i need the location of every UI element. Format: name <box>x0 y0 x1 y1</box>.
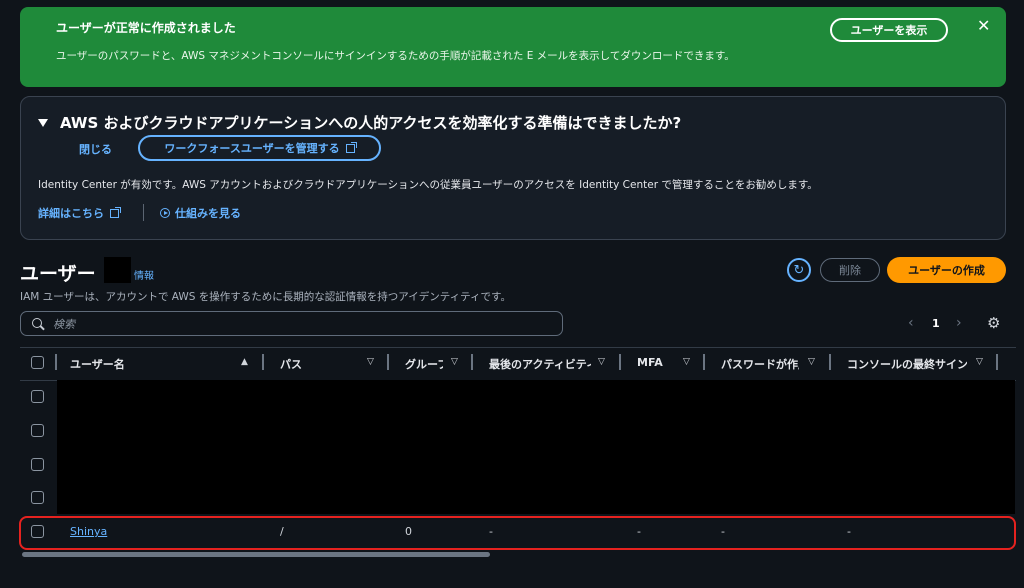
users-title: ユーザー <box>20 263 96 285</box>
create-user-button[interactable]: ユーザーの作成 <box>887 257 1006 283</box>
prev-page-icon[interactable]: ‹ <box>908 315 914 331</box>
refresh-icon[interactable]: ↻ <box>787 258 811 282</box>
gear-icon[interactable]: ⚙ <box>987 314 1000 332</box>
cell-console-last-signin: - <box>847 525 851 538</box>
manage-workforce-button[interactable]: ワークフォースユーザーを管理する <box>138 135 381 161</box>
search-icon <box>32 318 42 328</box>
cell-path: / <box>280 525 284 538</box>
column-divider[interactable] <box>387 354 389 370</box>
select-all-checkbox[interactable] <box>31 356 44 369</box>
horizontal-scrollbar[interactable] <box>22 552 490 557</box>
users-description: IAM ユーザーは、アカウントで AWS を操作するために長期的な認証情報を持つ… <box>20 291 511 303</box>
column-header-path[interactable]: パス <box>280 356 360 372</box>
how-it-works-label: 仕組みを見る <box>175 207 241 220</box>
divider <box>143 204 144 221</box>
cell-mfa: - <box>637 525 641 538</box>
sort-icon[interactable]: ▽ <box>976 357 983 367</box>
external-link-icon <box>110 206 121 218</box>
highlighted-table-row <box>19 516 1016 550</box>
learn-more-link[interactable]: 詳細はこちら <box>38 205 121 221</box>
username-link[interactable]: Shinya <box>70 525 107 538</box>
play-icon <box>160 208 170 218</box>
info-link[interactable]: 情報 <box>134 267 154 282</box>
panel-heading: AWS およびクラウドアプリケーションへの人的アクセスを効率化する準備はできまし… <box>60 114 682 132</box>
column-header-mfa[interactable]: MFA <box>637 356 677 369</box>
cell-last-activity: - <box>489 525 493 538</box>
table-top-border <box>20 347 1016 348</box>
sort-icon[interactable]: ▽ <box>367 357 374 367</box>
column-divider[interactable] <box>471 354 473 370</box>
sort-ascending-icon[interactable]: ▲ <box>241 357 248 367</box>
column-divider[interactable] <box>829 354 831 370</box>
banner-description: ユーザーのパスワードと、AWS マネジメントコンソールにサインインするための手順… <box>56 50 735 62</box>
sort-icon[interactable]: ▽ <box>598 357 605 367</box>
column-header-console-last-signin[interactable]: コンソールの最終サインイン <box>847 356 967 372</box>
external-link-icon <box>345 141 357 153</box>
row-checkbox[interactable] <box>31 458 44 471</box>
cell-password-age: - <box>721 525 725 538</box>
how-it-works-link[interactable]: 仕組みを見る <box>160 205 241 221</box>
column-header-groups[interactable]: グループ <box>405 356 443 372</box>
close-link[interactable]: 閉じる <box>79 141 112 157</box>
column-header-last-activity[interactable]: 最後のアクティビティ <box>489 356 591 372</box>
identity-center-text: Identity Center が有効です。AWS アカウントおよびクラウドアプ… <box>38 179 818 191</box>
sort-icon[interactable]: ▽ <box>451 357 458 367</box>
sort-icon[interactable]: ▽ <box>683 357 690 367</box>
column-divider[interactable] <box>703 354 705 370</box>
row-checkbox[interactable] <box>31 390 44 403</box>
banner-title: ユーザーが正常に作成されました <box>56 21 236 35</box>
delete-button[interactable]: 削除 <box>820 258 880 282</box>
column-divider[interactable] <box>996 354 998 370</box>
column-divider <box>55 354 57 370</box>
column-divider[interactable] <box>619 354 621 370</box>
column-header-username[interactable]: ユーザー名 <box>70 356 190 372</box>
row-checkbox[interactable] <box>31 424 44 437</box>
row-checkbox[interactable] <box>31 525 44 538</box>
search-field[interactable] <box>20 311 563 336</box>
sort-icon[interactable]: ▽ <box>808 357 815 367</box>
learn-more-label: 詳細はこちら <box>38 207 104 220</box>
collapse-triangle-icon[interactable] <box>38 119 48 127</box>
close-icon[interactable]: ✕ <box>977 16 990 35</box>
column-header-password-age[interactable]: パスワードが作成 <box>721 356 799 372</box>
row-checkbox[interactable] <box>31 491 44 504</box>
cell-groups: 0 <box>405 525 412 538</box>
manage-workforce-label: ワークフォースユーザーを管理する <box>164 142 340 155</box>
view-user-button[interactable]: ユーザーを表示 <box>830 18 948 42</box>
next-page-icon[interactable]: › <box>956 315 962 331</box>
redacted-rows <box>57 380 1015 514</box>
search-input[interactable] <box>51 315 555 334</box>
column-divider[interactable] <box>262 354 264 370</box>
redacted-count <box>104 257 131 283</box>
page-number[interactable]: 1 <box>932 317 940 330</box>
